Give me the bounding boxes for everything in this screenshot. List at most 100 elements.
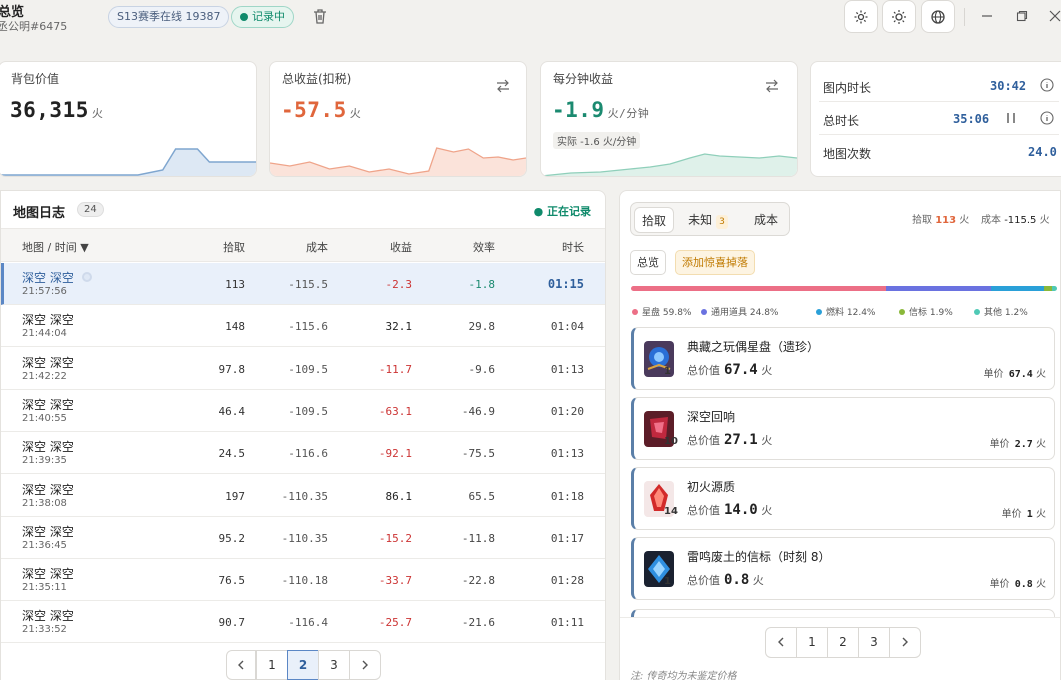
row-cost: -116.6 [288, 447, 328, 461]
map-count-value: 24.0 [1028, 145, 1057, 159]
minimize-icon [982, 15, 992, 17]
overview-button[interactable]: 总览 [630, 250, 666, 275]
table-row[interactable]: 深空 深空 21:33:52 90.7 -116.4 -25.7 -21.6 01:11 [1, 601, 605, 644]
row-pick: 97.8 [218, 362, 246, 376]
swap-icon[interactable] [765, 78, 779, 93]
tab-unknown[interactable]: 未知 3 [678, 207, 738, 233]
gear-icon [854, 10, 868, 23]
legend-item-starchart: 星盘 59.8% [632, 305, 691, 318]
legend-item-general: 通用道具 24.8% [701, 305, 778, 318]
page-button-3[interactable]: 3 [318, 650, 350, 680]
table-row[interactable]: 深空 深空 21:36:45 95.2 -110.35 -15.2 -11.8 01:17 [1, 517, 605, 559]
item-unit-label: 单价 [989, 439, 1010, 450]
row-duration: 01:28 [550, 574, 584, 588]
page-button-2[interactable]: 2 [287, 650, 319, 680]
legend-pct: 24.8% [749, 308, 779, 318]
table-row[interactable]: 深空 深空 21:44:04 148 -115.6 32.1 29.8 01:04 [1, 305, 605, 348]
loot-page-button-1[interactable]: 1 [796, 627, 828, 658]
loot-item[interactable]: 14 初火源质 总价值 14.0 火单价 1 火 [631, 467, 1055, 530]
legend-dot [632, 309, 638, 315]
table-header: 地图 / 时间 ▼ 拾取 成本 收益 效率 时长 [1, 228, 605, 262]
legend-pct: 1.9% [929, 308, 953, 318]
loot-item[interactable]: 1 典藏之玩偶星盘（遗珍） 总价值 67.4 火单价 67.4 火 [631, 327, 1055, 390]
category-distribution-bar [631, 286, 1057, 291]
legend-name: 燃料 [826, 308, 845, 318]
item-total-number: 67.4 [724, 362, 758, 378]
add-surprise-drop-button[interactable]: 添加惊喜掉落 [675, 250, 755, 275]
total-time-row: 总时长 35:06 [819, 103, 1059, 135]
loot-page-button-3[interactable]: 3 [858, 627, 890, 658]
map-count-label: 地图次数 [823, 147, 872, 161]
row-cost: -109.5 [288, 404, 328, 418]
row-cost: -115.5 [288, 278, 328, 291]
row-map-name: 深空 深空 [22, 355, 74, 370]
tab-cost[interactable]: 成本 [744, 207, 788, 233]
loot-prev-page-button[interactable] [765, 627, 797, 658]
row-efficiency: 29.8 [468, 320, 496, 334]
trash-icon[interactable] [311, 7, 329, 25]
time-card: 图内时长 30:42 总时长 35:06 地图次数 24.0 [810, 61, 1061, 177]
minimize-button[interactable] [979, 8, 995, 24]
info-icon[interactable] [1040, 111, 1054, 128]
col-map[interactable]: 地图 / 时间 ▼ [22, 239, 89, 255]
item-name: 雷鸣废土的信标（时刻 8） [687, 550, 831, 564]
swap-icon[interactable] [496, 78, 510, 93]
info-icon[interactable] [1040, 78, 1054, 95]
close-button[interactable] [1047, 8, 1061, 24]
table-row[interactable]: 深空 深空 21:39:35 24.5 -116.6 -92.1 -75.5 01:13 [1, 432, 605, 475]
live-recording-label: ● 正在记录 [533, 205, 591, 218]
unknown-count-badge: 3 [716, 215, 728, 229]
row-cost: -109.5 [288, 362, 328, 376]
chevron-left-icon [238, 660, 244, 670]
maximize-button[interactable] [1014, 8, 1030, 24]
row-time: 21:40:55 [22, 412, 67, 424]
appraisal-note: 注: 传奇均为未鉴定价格 [630, 671, 737, 680]
row-profit: -92.1 [378, 447, 412, 461]
pause-icon[interactable] [1005, 111, 1017, 128]
row-duration: 01:04 [550, 320, 584, 334]
tab-pick[interactable]: 拾取 [634, 207, 674, 233]
map-time-label: 图内时长 [823, 81, 872, 95]
loot-item[interactable]: 1 雷鸣废土的信标（时刻 8） 总价值 0.8 火单价 0.8 火 [631, 537, 1055, 600]
loot-next-page-button[interactable] [889, 627, 921, 658]
col-pick[interactable]: 拾取 [223, 239, 245, 255]
language-button[interactable] [921, 0, 955, 33]
legend-name: 星盘 [642, 308, 661, 318]
next-page-button[interactable] [349, 650, 381, 680]
row-profit: -15.2 [378, 531, 412, 545]
col-profit[interactable]: 收益 [390, 239, 412, 255]
table-row[interactable]: 深空 深空 21:35:11 76.5 -110.18 -33.7 -22.8 01:28 [1, 559, 605, 602]
loot-panel: 拾取 未知 3 成本 拾取 113 火 成本 -115.5 火 总览 添加惊喜掉落… [619, 190, 1061, 680]
loot-item[interactable]: 10 深空回响 总价值 27.1 火单价 2.7 火 [631, 397, 1055, 460]
row-map-name: 深空 深空 [22, 524, 74, 539]
loot-page-button-2[interactable]: 2 [827, 627, 859, 658]
table-row[interactable]: 深空 深空 21:38:08 197 -110.35 86.1 65.5 01:18 [1, 475, 605, 517]
row-duration: 01:13 [550, 447, 584, 461]
season-online-badge: S13赛季在线 19387 [108, 6, 230, 28]
item-quantity: 10 [664, 436, 678, 447]
page-button-1[interactable]: 1 [256, 650, 288, 680]
bag-value-sparkline [0, 148, 256, 176]
cost-summary: 成本 -115.5 火 [981, 211, 1050, 226]
table-row[interactable]: 深空 深空 21:57:56 113 -115.5 -2.3 -1.8 01:15 [1, 263, 605, 305]
prev-page-button[interactable] [226, 650, 256, 680]
recording-status-badge[interactable]: 记录中 [231, 6, 294, 28]
item-total-unit: 火 [752, 574, 764, 587]
legend-dot [899, 309, 905, 315]
bag-value-label: 背包价值 [11, 72, 60, 86]
row-time: 21:36:45 [22, 539, 67, 551]
per-minute-label: 每分钟收益 [553, 72, 614, 86]
table-row[interactable]: 深空 深空 21:40:55 46.4 -109.5 -63.1 -46.9 01:20 [1, 390, 605, 432]
theme-button[interactable] [882, 0, 916, 33]
col-cost[interactable]: 成本 [306, 239, 328, 255]
total-profit-card: 总收益(扣税) -57.5 火 [269, 61, 527, 177]
table-row[interactable]: 深空 深空 21:42:22 97.8 -109.5 -11.7 -9.6 01:13 [1, 348, 605, 390]
row-efficiency: -21.6 [461, 616, 495, 630]
total-profit-value: -57.5 火 [281, 98, 361, 122]
col-efficiency[interactable]: 效率 [473, 239, 495, 255]
item-name: 深空回响 [687, 410, 736, 424]
bag-value-unit: 火 [91, 107, 104, 120]
settings-button[interactable] [844, 0, 878, 33]
col-duration[interactable]: 时长 [562, 239, 584, 255]
item-unit-number: 2.7 [1014, 439, 1033, 450]
